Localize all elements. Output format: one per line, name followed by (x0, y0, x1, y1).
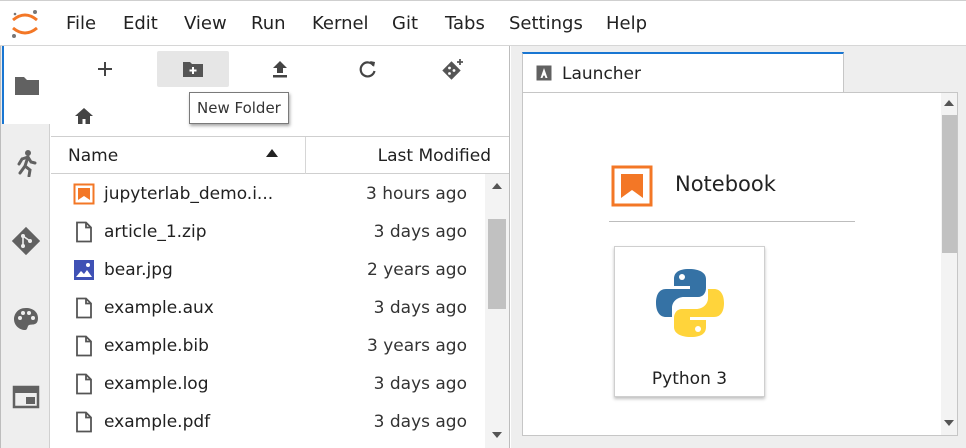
list-item[interactable]: article_1.zip 3 days ago (51, 212, 485, 250)
notebook-icon (73, 183, 95, 205)
file-modified: 3 days ago (373, 374, 467, 394)
left-sidebar (0, 46, 50, 448)
list-item[interactable]: example.pdf 3 days ago (51, 402, 485, 440)
file-icon (76, 411, 92, 433)
git-icon (11, 226, 41, 256)
main-area: Launcher Notebook Python 3 (511, 46, 966, 448)
list-item[interactable]: jupyterlab_demo.i... 3 hours ago (51, 174, 485, 212)
folder-icon (15, 77, 39, 95)
scroll-down-arrow-icon[interactable] (492, 432, 502, 438)
file-icon (76, 335, 92, 357)
menu-edit[interactable]: Edit (123, 13, 158, 34)
list-item[interactable]: example.aux 3 days ago (51, 288, 485, 326)
jupyter-logo-icon[interactable] (8, 7, 42, 41)
scrollbar-thumb[interactable] (942, 115, 957, 253)
python3-kernel-card[interactable]: Python 3 (614, 246, 765, 397)
file-modified: 3 years ago (366, 336, 467, 356)
menu-tabs[interactable]: Tabs (445, 13, 485, 34)
upload-button[interactable] (244, 51, 316, 87)
file-modified: 3 days ago (373, 298, 467, 318)
list-item[interactable]: example.log 3 days ago (51, 364, 485, 402)
file-list-header: Name Last Modified (51, 136, 509, 174)
file-modified: 3 days ago (373, 222, 467, 242)
notebook-icon (611, 165, 653, 207)
menu-settings[interactable]: Settings (509, 13, 583, 34)
menu-run[interactable]: Run (251, 13, 286, 34)
file-name: example.log (104, 374, 209, 394)
column-header-name[interactable]: Name (68, 146, 118, 166)
launcher-scrollbar[interactable] (941, 93, 957, 435)
file-modified: 3 days ago (373, 412, 467, 432)
menu-kernel[interactable]: Kernel (312, 13, 369, 34)
breadcrumb (73, 106, 95, 130)
list-item[interactable]: bear.jpg 2 years ago (51, 250, 485, 288)
git-clone-icon (442, 59, 463, 80)
file-list-scrollbar[interactable] (485, 174, 509, 448)
scrollbar-thumb[interactable] (488, 219, 506, 309)
menu-git[interactable]: Git (392, 13, 418, 34)
launcher-section-title: Notebook (675, 172, 776, 196)
scroll-up-arrow-icon[interactable] (944, 100, 954, 106)
file-name: jupyterlab_demo.i... (104, 184, 274, 204)
git-clone-button[interactable] (417, 51, 489, 87)
home-icon[interactable] (73, 106, 95, 126)
palette-icon (14, 308, 38, 330)
column-divider[interactable] (305, 137, 306, 174)
file-modified: 3 hours ago (365, 184, 467, 204)
tooltip: New Folder (189, 92, 289, 124)
tab-launcher[interactable]: Launcher (522, 52, 844, 92)
file-icon (76, 373, 92, 395)
launcher-icon (536, 65, 552, 81)
file-modified: 2 years ago (366, 260, 467, 280)
running-icon (17, 150, 37, 177)
menu-file[interactable]: File (66, 13, 96, 34)
sort-ascending-icon (266, 149, 278, 157)
upload-icon (273, 61, 287, 78)
image-icon (74, 260, 94, 280)
file-list: jupyterlab_demo.i... 3 hours ago article… (51, 174, 485, 448)
list-item[interactable]: example.bib 3 years ago (51, 326, 485, 364)
file-name: example.aux (104, 298, 214, 318)
tab-label: Launcher (562, 64, 642, 84)
file-browser-panel: New Folder Name Last Modified jupyterlab… (51, 46, 510, 448)
sidebar-item-file-browser[interactable] (2, 46, 50, 124)
menu-help[interactable]: Help (606, 13, 647, 34)
file-icon (76, 297, 92, 319)
file-name: example.pdf (104, 412, 211, 432)
tabs-icon (12, 385, 40, 409)
new-folder-icon (183, 62, 203, 77)
column-header-last-modified[interactable]: Last Modified (378, 146, 491, 166)
menu-bar: File Edit View Run Kernel Git Tabs Setti… (0, 0, 966, 46)
file-name: article_1.zip (104, 222, 207, 242)
menu-view[interactable]: View (184, 13, 227, 34)
refresh-button[interactable] (332, 51, 404, 87)
kernel-label: Python 3 (651, 369, 728, 389)
file-name: bear.jpg (104, 260, 173, 280)
python-logo-icon (656, 269, 724, 337)
launcher-panel: Notebook Python 3 (522, 92, 958, 436)
sidebar-item-theme[interactable] (2, 280, 50, 358)
scroll-up-arrow-icon[interactable] (492, 183, 502, 189)
sidebar-item-running[interactable] (2, 124, 50, 202)
sidebar-item-git[interactable] (2, 202, 50, 280)
file-name: example.bib (104, 336, 209, 356)
new-folder-button[interactable] (157, 51, 229, 87)
scroll-down-arrow-icon[interactable] (944, 420, 954, 426)
section-divider (609, 221, 855, 222)
plus-icon (98, 62, 112, 76)
refresh-icon (359, 61, 376, 78)
new-launcher-button[interactable] (69, 51, 141, 87)
sidebar-item-tabs[interactable] (2, 358, 50, 436)
file-icon (76, 221, 92, 243)
